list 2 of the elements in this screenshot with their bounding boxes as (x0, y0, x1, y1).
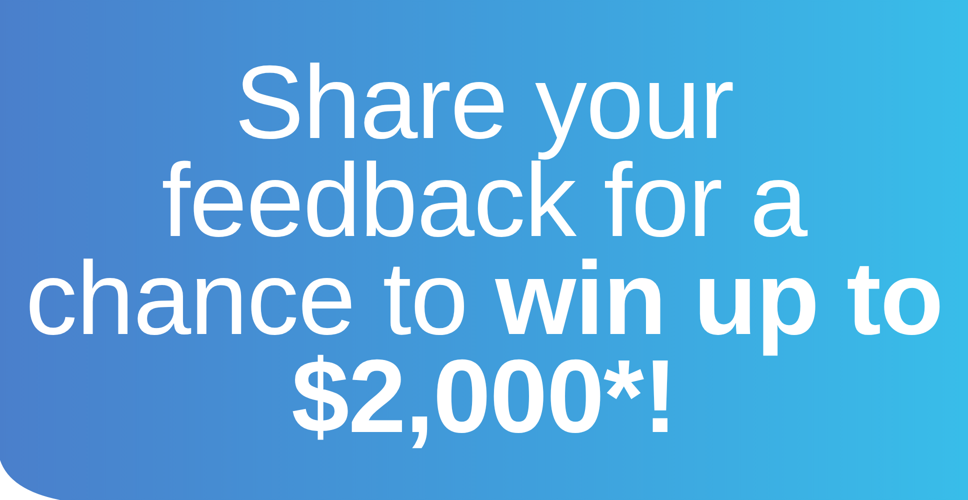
headline: Share your feedback for a chance to win up to $2,000*! (24, 54, 944, 446)
corner-curve-drawing (0, 460, 60, 500)
